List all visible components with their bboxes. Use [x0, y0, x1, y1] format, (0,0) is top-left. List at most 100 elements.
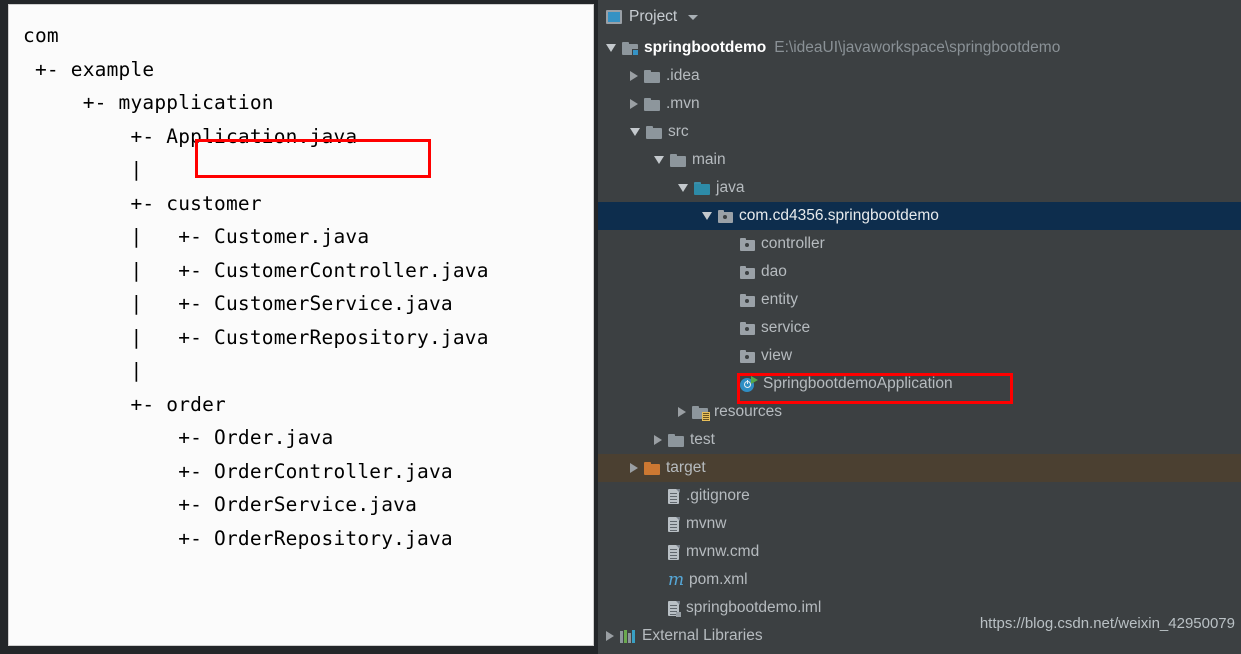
- resources-folder-icon: [692, 405, 710, 421]
- folder-icon: [644, 69, 660, 83]
- left-gutter: [0, 0, 8, 654]
- folder-icon: [644, 97, 660, 111]
- chevron-right-icon[interactable]: [630, 463, 638, 473]
- project-view-icon: [606, 10, 622, 24]
- excluded-folder-icon: [644, 461, 660, 475]
- chevron-right-icon[interactable]: [630, 99, 638, 109]
- tree-row-label: pom.xml: [689, 571, 748, 588]
- file-icon: [668, 544, 680, 560]
- tree-row[interactable]: .mvn: [598, 90, 1241, 118]
- watermark-text: https://blog.csdn.net/weixin_42950079: [979, 615, 1235, 632]
- maven-icon: m: [668, 569, 685, 590]
- chevron-down-icon[interactable]: [688, 14, 699, 20]
- tree-row[interactable]: java: [598, 174, 1241, 202]
- tree-row[interactable]: .idea: [598, 62, 1241, 90]
- ascii-tree-text: com +- example +- myapplication +- Appli…: [23, 19, 489, 555]
- tree-row-label: .idea: [666, 67, 700, 84]
- chevron-right-icon[interactable]: [678, 407, 686, 417]
- chevron-down-icon[interactable]: [630, 128, 640, 136]
- ascii-tree-line: | +- Customer.java: [23, 225, 370, 248]
- project-tree[interactable]: springbootdemo E:\ideaUI\javaworkspace\sp…: [598, 34, 1241, 650]
- tree-row-label: SpringbootdemoApplication: [763, 375, 953, 392]
- ascii-tree-line: +- Order.java: [23, 426, 334, 449]
- ascii-tree-line: +- example: [23, 57, 155, 81]
- tree-row-label: entity: [761, 291, 799, 308]
- tree-row-label: com.cd4356.springbootdemo: [739, 207, 939, 224]
- ascii-tree-panel: com +- example +- myapplication +- Appli…: [8, 4, 594, 646]
- ascii-tree-line: +- myapplication: [23, 91, 274, 114]
- tree-row[interactable]: src: [598, 118, 1241, 146]
- tree-row-label: test: [690, 431, 715, 448]
- tree-row-label: springbootdemo: [644, 39, 767, 56]
- screenshot-root: com +- example +- myapplication +- Appli…: [0, 0, 1241, 654]
- tree-row-label: src: [668, 123, 689, 140]
- tree-row[interactable]: mvnw: [598, 510, 1241, 538]
- tree-row-label: mvnw: [686, 515, 727, 532]
- tree-row-label: java: [716, 179, 745, 196]
- tree-row-label: springbootdemo.iml: [686, 599, 822, 616]
- tree-row[interactable]: mvnw.cmd: [598, 538, 1241, 566]
- tree-row[interactable]: view: [598, 342, 1241, 370]
- chevron-right-icon[interactable]: [654, 435, 662, 445]
- project-folder-icon: [622, 41, 639, 56]
- chevron-right-icon[interactable]: [606, 631, 614, 641]
- tree-row-label: target: [666, 459, 706, 476]
- ascii-tree-line: |: [23, 359, 143, 382]
- folder-icon: [668, 433, 684, 447]
- ascii-tree-line: | +- CustomerService.java: [23, 292, 453, 315]
- source-folder-icon: [694, 181, 710, 195]
- chevron-down-icon[interactable]: [606, 44, 616, 52]
- tree-row[interactable]: SpringbootdemoApplication: [598, 370, 1241, 398]
- folder-icon: [646, 125, 662, 139]
- tree-row-label: .gitignore: [686, 487, 750, 504]
- tree-row[interactable]: test: [598, 426, 1241, 454]
- tree-row-label: view: [761, 347, 793, 364]
- tree-row-label: main: [692, 151, 726, 168]
- tree-row[interactable]: resources: [598, 398, 1241, 426]
- tree-row-label: resources: [714, 403, 783, 420]
- tree-row[interactable]: main: [598, 146, 1241, 174]
- chevron-down-icon[interactable]: [702, 212, 712, 220]
- chevron-down-icon[interactable]: [654, 156, 664, 164]
- tree-row-label: mvnw.cmd: [686, 543, 760, 560]
- libraries-icon: [620, 629, 636, 643]
- tree-row-label: service: [761, 319, 811, 336]
- tree-row-label: .mvn: [666, 95, 700, 112]
- tree-row[interactable]: target: [598, 454, 1241, 482]
- tree-row[interactable]: m pom.xml: [598, 566, 1241, 594]
- ascii-tree-line: | +- CustomerRepository.java: [23, 325, 489, 349]
- tree-row-label: controller: [761, 235, 825, 252]
- ascii-tree-line: com: [23, 24, 59, 47]
- tree-row[interactable]: .gitignore: [598, 482, 1241, 510]
- spring-boot-run-icon: [740, 375, 758, 392]
- package-icon: [740, 321, 755, 335]
- package-icon: [718, 209, 733, 223]
- ascii-tree-line: | +- CustomerController.java: [23, 258, 489, 282]
- ascii-tree-line: +- OrderRepository.java: [23, 526, 453, 550]
- tree-row-label: External Libraries: [642, 627, 763, 644]
- ascii-tree-line: +- customer: [23, 191, 262, 215]
- tree-row[interactable]: springbootdemo E:\ideaUI\javaworkspace\sp…: [598, 34, 1241, 62]
- package-icon: [740, 349, 755, 363]
- chevron-down-icon[interactable]: [678, 184, 688, 192]
- folder-icon: [670, 153, 686, 167]
- file-icon: [668, 516, 680, 532]
- tree-row[interactable]: controller: [598, 230, 1241, 258]
- tree-row-label: dao: [761, 263, 787, 280]
- ascii-tree-line: +- order: [23, 392, 226, 416]
- tree-row[interactable]: service: [598, 314, 1241, 342]
- iml-file-icon: [668, 600, 681, 617]
- ascii-tree-line: +- OrderController.java: [23, 459, 453, 483]
- package-icon: [740, 237, 755, 251]
- file-icon: [668, 488, 680, 504]
- project-toolbar: Project: [598, 0, 1241, 34]
- tree-row-path: E:\ideaUI\javaworkspace\springbootdemo: [774, 39, 1061, 56]
- tree-row[interactable]: dao: [598, 258, 1241, 286]
- package-icon: [740, 265, 755, 279]
- package-icon: [740, 293, 755, 307]
- project-toolbar-title: Project: [629, 8, 678, 25]
- project-tool-window: Project springbootdemo E:\ideaUI\javawork…: [598, 0, 1241, 654]
- tree-row[interactable]: com.cd4356.springbootdemo: [598, 202, 1241, 230]
- chevron-right-icon[interactable]: [630, 71, 638, 81]
- tree-row[interactable]: entity: [598, 286, 1241, 314]
